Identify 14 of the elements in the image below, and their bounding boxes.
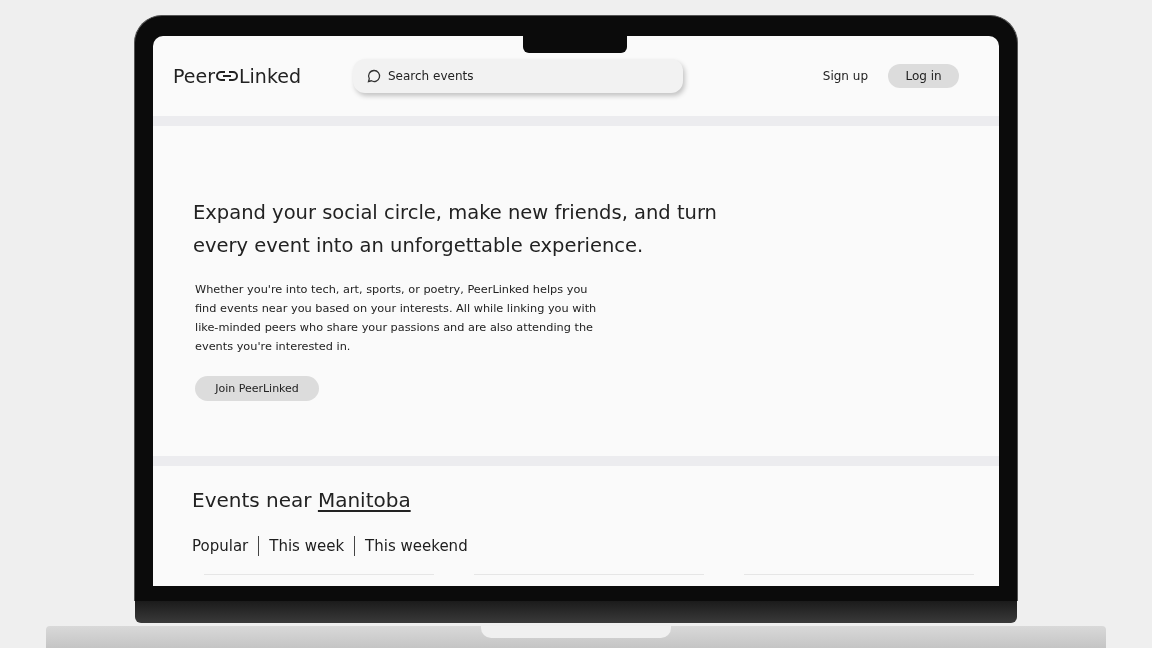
logo-text[interactable]: Peer <box>173 65 215 87</box>
sign-up-link[interactable]: Sign up <box>822 69 868 83</box>
filter-tab[interactable]: Popular <box>192 537 249 555</box>
logo-text[interactable]: Linked <box>239 65 301 87</box>
section-heading: Events near <box>192 488 312 512</box>
join-button[interactable]: Join PeerLinked <box>195 376 319 401</box>
log-in-button[interactable]: Log in <box>888 64 959 88</box>
search-field[interactable]: Search events <box>353 59 683 93</box>
hero-heading: Expand your social circle, make new friends, and turn every event into an unforgettable experience. <box>193 200 718 259</box>
hero-description: Whether you're into tech, art, sports, or poetry, PeerLinked helps you find events near you based on your interests. All while linking you with like-minded peers who share your passions and are also attending the events you're interested in. <box>195 282 598 355</box>
link-icon <box>216 70 238 82</box>
location-link[interactable]: Manitoba <box>317 488 411 512</box>
filter-tab[interactable]: This weekend <box>365 537 468 555</box>
filter-tab[interactable]: This week <box>269 537 345 555</box>
